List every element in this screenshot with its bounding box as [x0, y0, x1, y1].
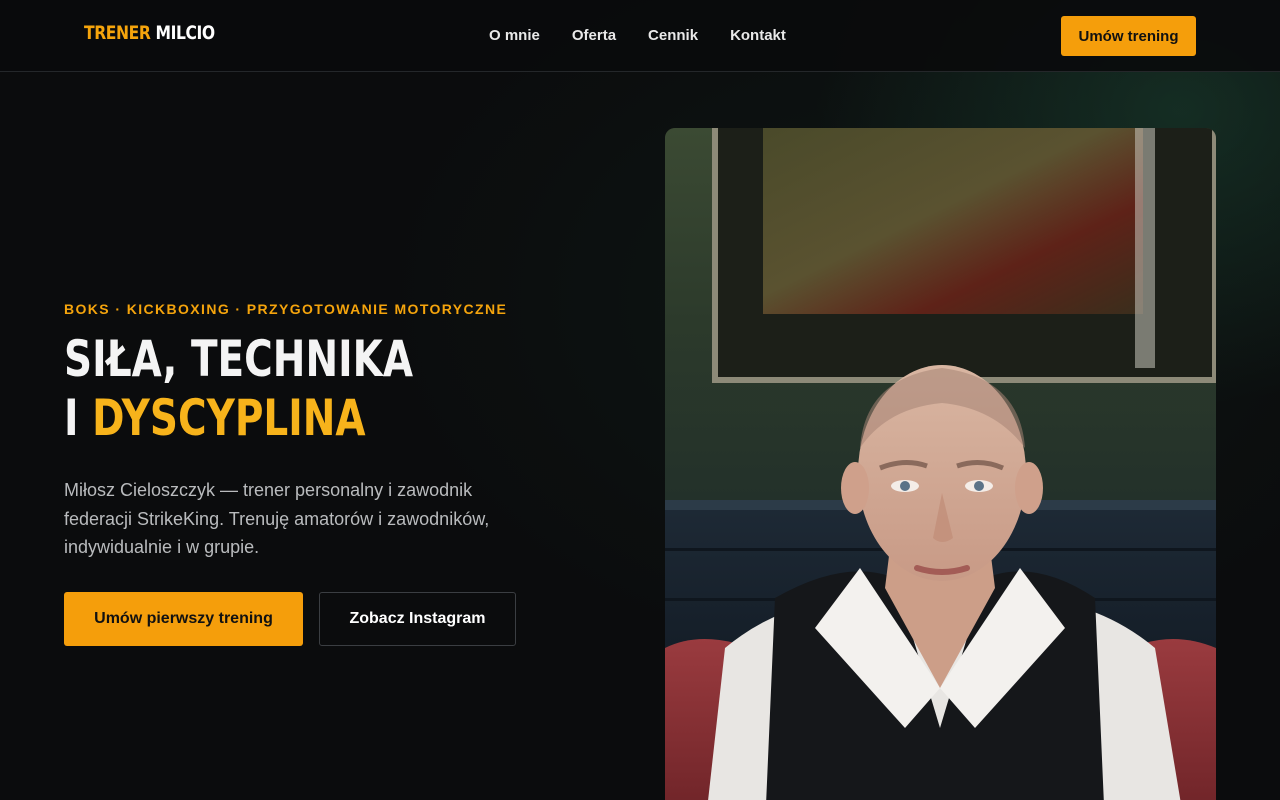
nav-item-cennik[interactable]: Cennik — [648, 26, 698, 46]
headline-line-1: SIŁA, TECHNIKA — [64, 330, 414, 388]
nav-item-kontakt[interactable]: Kontakt — [730, 26, 786, 46]
logo-part-milcio: MILCIO — [155, 22, 216, 44]
main-nav: O mnie Oferta Cennik Kontakt — [489, 26, 786, 46]
hero-eyebrow: BOKS · KICKBOXING · PRZYGOTOWANIE MOTORY… — [64, 301, 508, 317]
headline-line-2-accent: DYSCYPLINA — [92, 389, 366, 447]
site-header: TRENER MILCIO O mnie Oferta Cennik Konta… — [0, 0, 1280, 72]
book-first-training-button[interactable]: Umów pierwszy trening — [64, 592, 303, 646]
hero-headline: SIŁA, TECHNIKA I DYSCYPLINA — [64, 330, 413, 448]
logo-part-trener: TRENER — [84, 22, 151, 44]
nav-item-o-mnie[interactable]: O mnie — [489, 26, 540, 46]
nav-item-oferta[interactable]: Oferta — [572, 26, 616, 46]
hero-lead-text: Miłosz Cieloszczyk — trener personalny i… — [64, 480, 490, 557]
site-logo[interactable]: TRENER MILCIO — [84, 22, 215, 44]
instagram-button[interactable]: Zobacz Instagram — [319, 592, 516, 646]
headline-line-2-prefix: I — [64, 389, 79, 447]
landing-page: TRENER MILCIO O mnie Oferta Cennik Konta… — [0, 0, 1280, 800]
trainer-portrait-illustration — [665, 128, 1216, 800]
trainer-portrait-photo — [665, 128, 1216, 800]
book-training-button[interactable]: Umów trening — [1061, 16, 1196, 56]
